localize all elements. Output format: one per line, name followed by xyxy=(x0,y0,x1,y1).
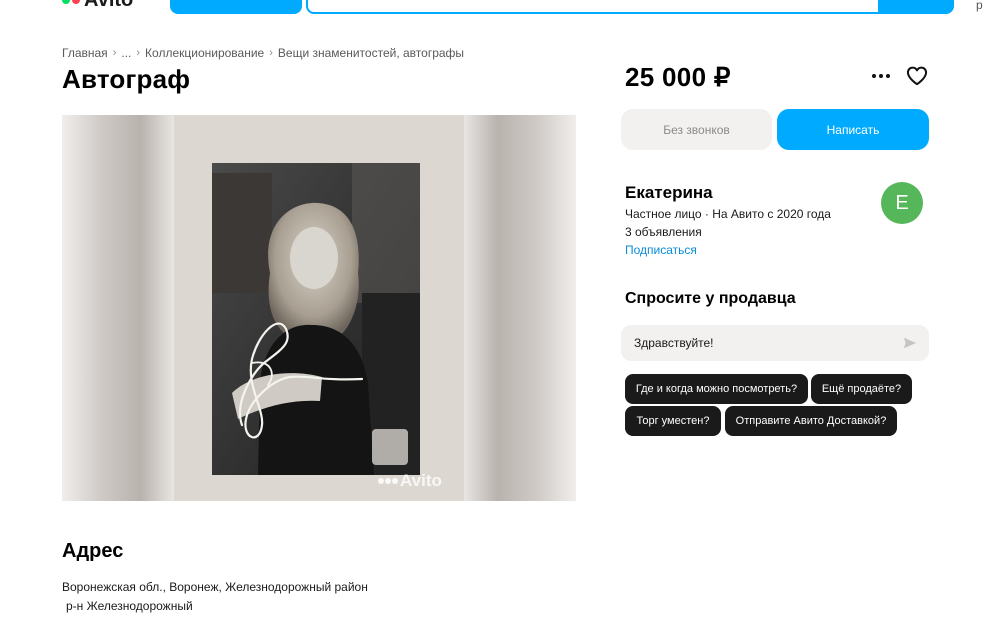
breadcrumb-home[interactable]: Главная xyxy=(62,46,108,60)
seller-meta: Частное лицо · На Авито с 2020 года xyxy=(625,207,831,221)
address-line: Воронежская обл., Воронеж, Железнодорожн… xyxy=(62,580,368,594)
breadcrumb-ellipsis[interactable]: ... xyxy=(121,46,131,60)
search-input[interactable] xyxy=(306,0,880,14)
watermark-text: Avito xyxy=(400,471,442,490)
quick-question-chip[interactable]: Торг уместен? xyxy=(625,406,721,436)
subscribe-link[interactable]: Подписаться xyxy=(625,243,697,257)
search-button[interactable] xyxy=(878,0,954,14)
logo-text: Avito xyxy=(84,0,134,11)
logo-dot-red xyxy=(72,0,80,4)
address-district: р-н Железнодорожный xyxy=(66,599,193,613)
chevron-right-icon: › xyxy=(136,47,141,59)
breadcrumb-collecting[interactable]: Коллекционирование xyxy=(145,46,264,60)
breadcrumb: Главная › ... › Коллекционирование › Вещ… xyxy=(62,46,464,60)
avito-watermark: Avito xyxy=(378,471,442,491)
address-title: Адрес xyxy=(62,540,124,562)
write-message-button[interactable]: Написать xyxy=(777,109,929,150)
send-icon[interactable] xyxy=(903,336,917,350)
logo-dot-green xyxy=(62,0,70,4)
avito-logo[interactable]: Avito xyxy=(62,0,134,11)
header-right-text[interactable]: р xyxy=(976,0,983,12)
autograph-photo xyxy=(212,163,420,475)
message-input[interactable] xyxy=(621,325,929,361)
top-header: Avito р xyxy=(0,0,992,18)
seller-name[interactable]: Екатерина xyxy=(625,183,713,203)
chevron-right-icon: › xyxy=(269,47,273,59)
no-calls-button[interactable]: Без звонков xyxy=(621,109,772,150)
price: 25 000 ₽ xyxy=(625,62,731,92)
avatar[interactable]: Е xyxy=(881,182,923,224)
quick-question-chip[interactable]: Где и когда можно посмотреть? xyxy=(625,374,808,404)
gallery-blur-left xyxy=(62,115,174,501)
heart-icon[interactable] xyxy=(906,66,928,86)
gallery-blur-right xyxy=(464,115,576,501)
seller-ads-count[interactable]: 3 объявления xyxy=(625,225,702,239)
quick-question-chip[interactable]: Ещё продаёте? xyxy=(811,374,912,404)
photo-gallery[interactable]: Avito xyxy=(62,115,576,501)
watermark-dots-icon xyxy=(378,478,398,484)
more-options-icon[interactable] xyxy=(872,74,892,80)
chevron-right-icon: › xyxy=(112,47,117,59)
ask-seller-title: Спросите у продавца xyxy=(625,290,796,307)
autograph-photo-image xyxy=(212,163,420,475)
quick-question-chip[interactable]: Отправите Авито Доставкой? xyxy=(725,406,897,436)
breadcrumb-celebrity-items[interactable]: Вещи знаменитостей, автографы xyxy=(278,46,464,60)
page-title: Автограф xyxy=(62,64,191,94)
all-categories-button[interactable] xyxy=(170,0,302,14)
